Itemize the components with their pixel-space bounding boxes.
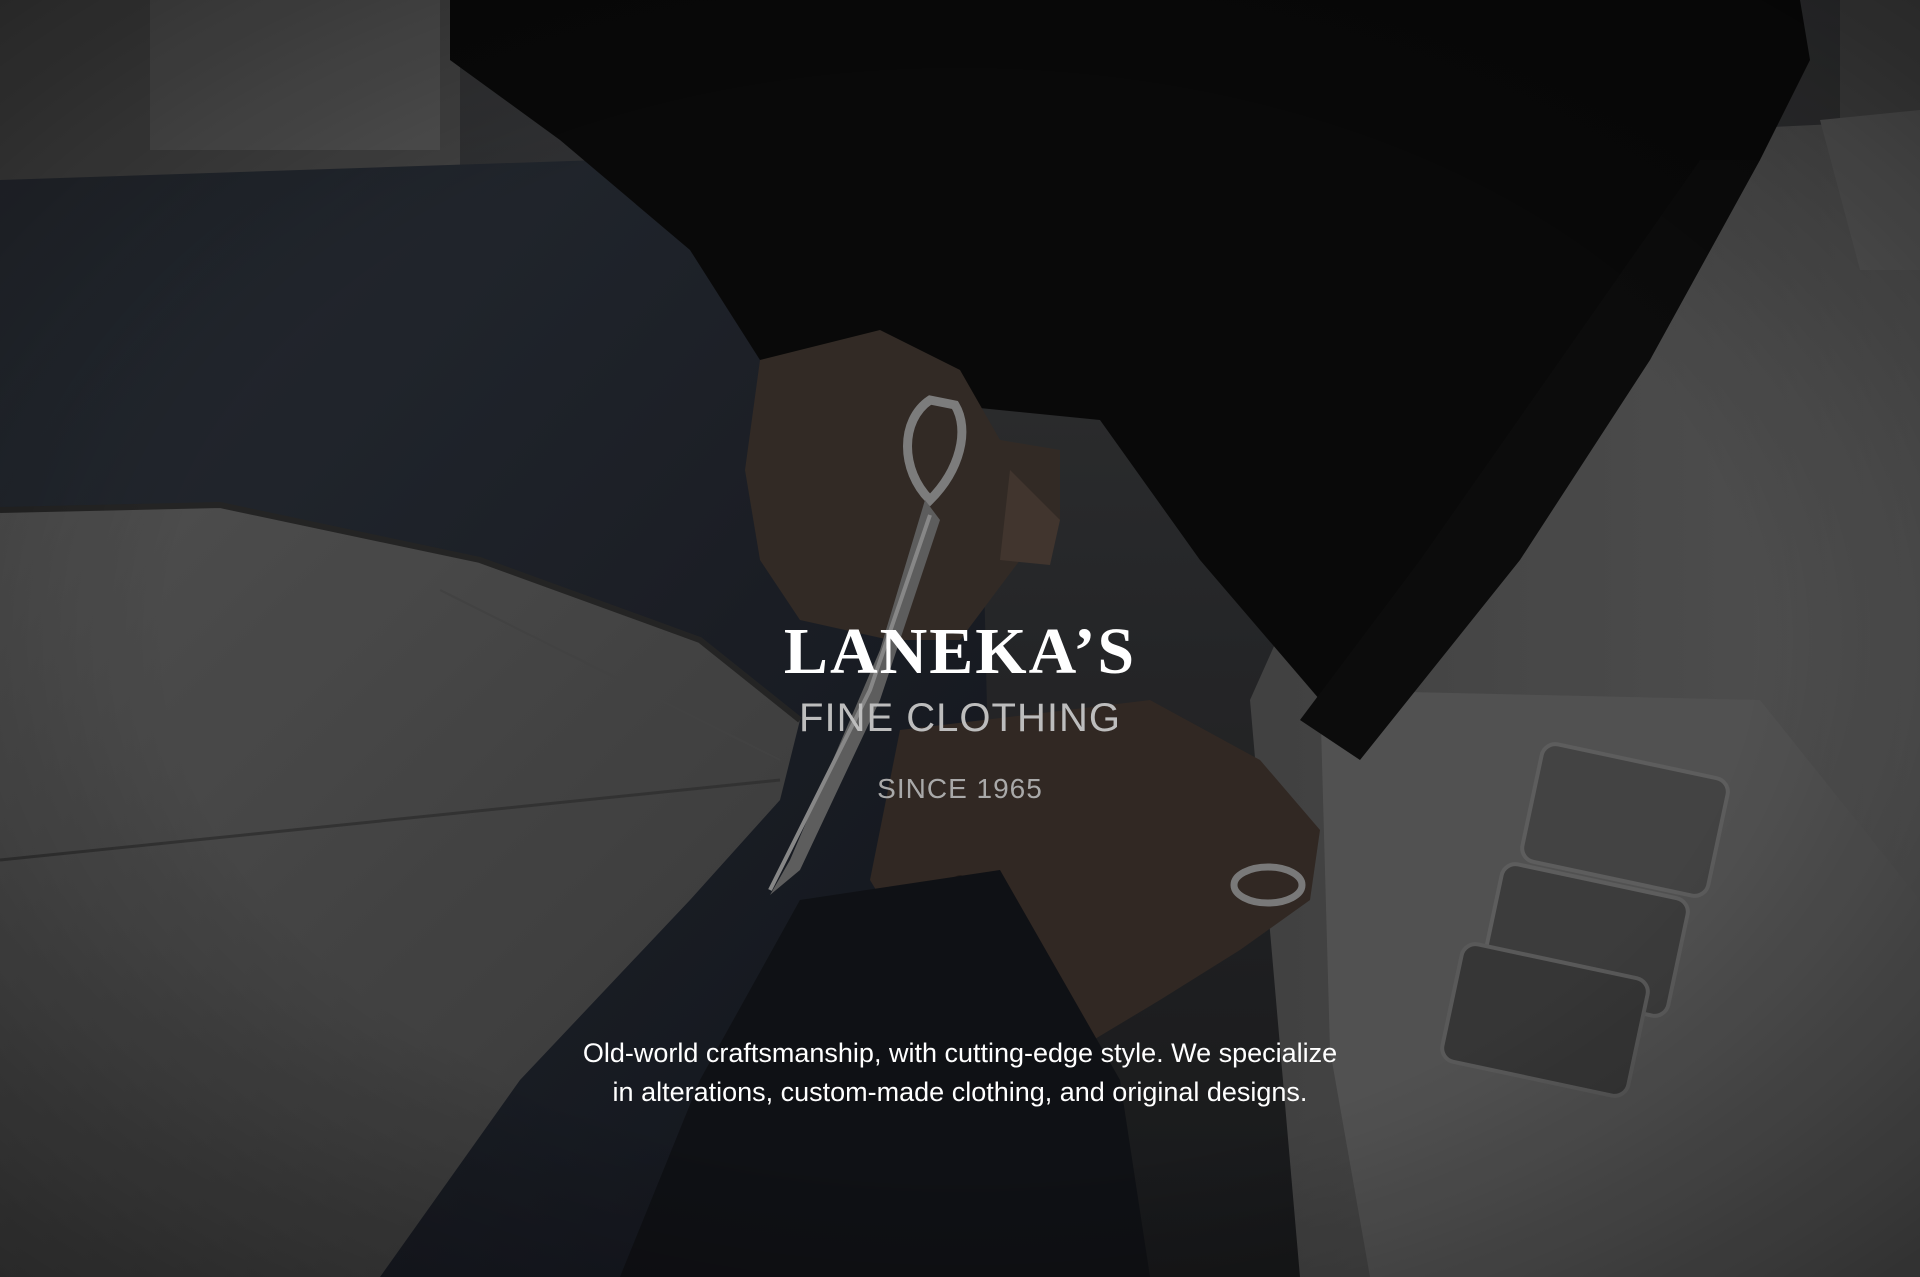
hero-tagline: Old-world craftsmanship, with cutting-ed… [0,1034,1920,1112]
hero-section: LANEKA’S FINE CLOTHING SINCE 1965 Old-wo… [0,0,1920,1277]
tagline-line-1: Old-world craftsmanship, with cutting-ed… [582,1038,1338,1068]
tagline-line-2: in alterations, custom-made clothing, an… [612,1077,1308,1107]
brand-since: SINCE 1965 [877,773,1043,804]
brand-title: LANEKA’S [783,615,1137,688]
brand-subtitle: FINE CLOTHING [799,696,1121,740]
